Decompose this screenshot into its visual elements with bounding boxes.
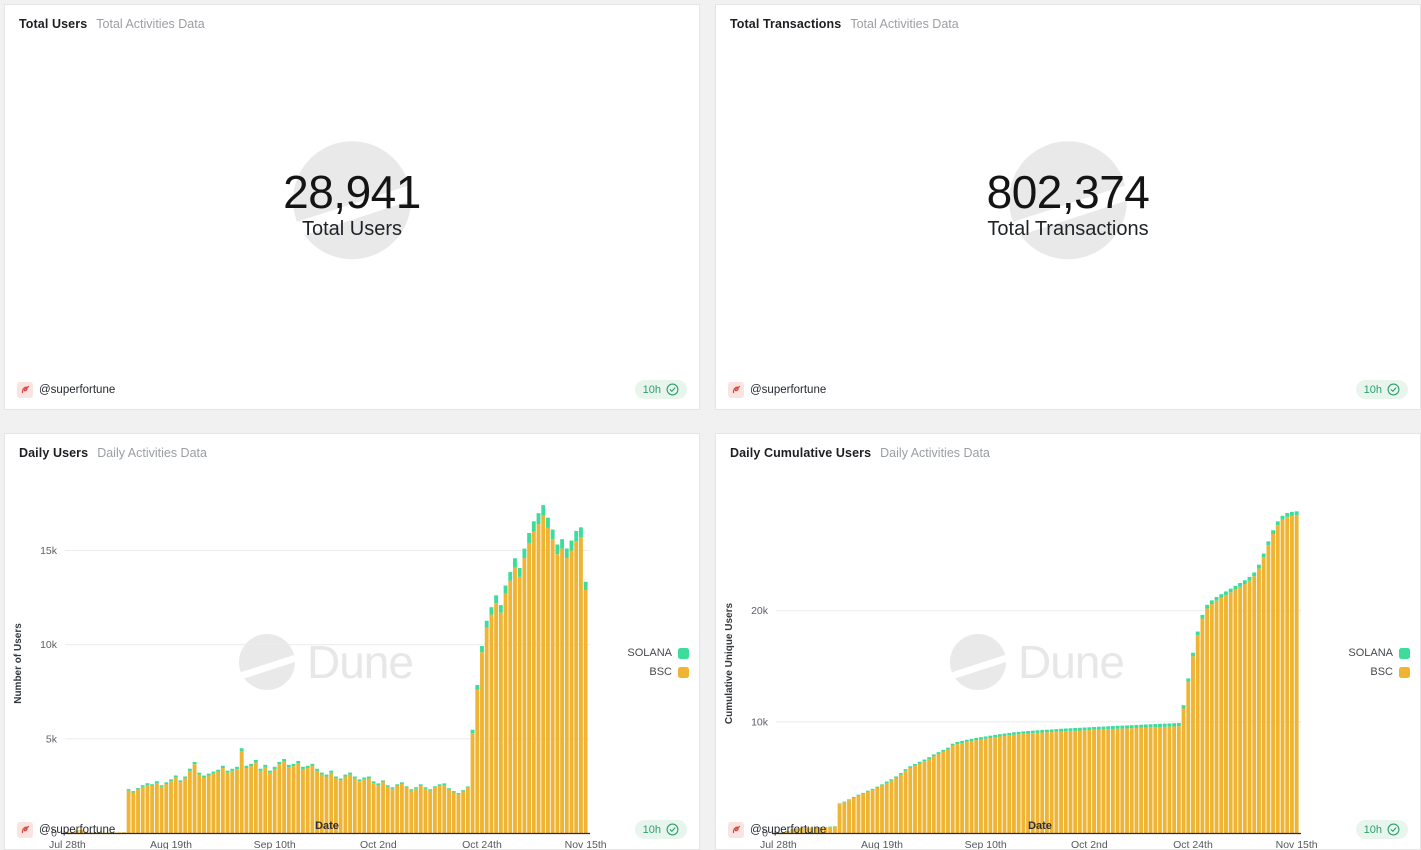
author-handle: @superfortune	[39, 384, 115, 396]
legend-label: BSC	[1370, 666, 1393, 678]
legend-item-bsc[interactable]: BSC	[649, 666, 689, 678]
counter-body: 802,374 Total Transactions	[716, 37, 1420, 372]
legend-label: BSC	[649, 666, 672, 678]
refresh-age-badge[interactable]: 10h	[1356, 380, 1408, 399]
panel-footer: @superfortune 10h	[5, 812, 699, 849]
panel-title: Daily Cumulative Users	[730, 446, 871, 460]
author-link[interactable]: @superfortune	[728, 822, 826, 838]
legend-label: SOLANA	[627, 647, 672, 659]
daily-cumulative-users-chart: 010k20kJul 28thAug 19thSep 10thOct 2ndOc…	[716, 466, 1416, 850]
panel-header: Daily Users Daily Activities Data	[5, 434, 699, 466]
check-circle-icon	[666, 383, 679, 396]
legend-item-solana[interactable]: SOLANA	[1348, 647, 1410, 659]
panel-footer: @superfortune 10h	[716, 812, 1420, 849]
author-avatar-icon	[17, 822, 33, 838]
author-avatar-icon	[728, 382, 744, 398]
legend-swatch-icon	[678, 648, 689, 659]
panel-subtitle: Daily Activities Data	[880, 446, 990, 460]
svg-text:Cumulative Unique Users: Cumulative Unique Users	[724, 602, 735, 724]
legend-swatch-icon	[1399, 667, 1410, 678]
panel-subtitle: Total Activities Data	[96, 17, 204, 31]
refresh-age-text: 10h	[643, 384, 661, 396]
svg-text:10k: 10k	[40, 639, 58, 651]
dashboard-grid: Total Users Total Activities Data 28,941…	[0, 0, 1421, 850]
refresh-age-badge[interactable]: 10h	[635, 380, 687, 399]
panel-footer: @superfortune 10h	[716, 372, 1420, 409]
check-circle-icon	[1387, 823, 1400, 836]
panel-title: Total Users	[19, 17, 87, 31]
author-handle: @superfortune	[39, 824, 115, 836]
author-handle: @superfortune	[750, 384, 826, 396]
refresh-age-badge[interactable]: 10h	[1356, 820, 1408, 839]
author-avatar-icon	[17, 382, 33, 398]
author-avatar-icon	[728, 822, 744, 838]
panel-title: Daily Users	[19, 446, 88, 460]
total-transactions-value: 802,374	[987, 168, 1150, 216]
check-circle-icon	[1387, 383, 1400, 396]
refresh-age-text: 10h	[1364, 384, 1382, 396]
refresh-age-text: 10h	[1364, 824, 1382, 836]
svg-text:10k: 10k	[751, 716, 769, 728]
svg-text:15k: 15k	[40, 545, 58, 557]
panel-daily-users: Daily Users Daily Activities Data Dune 0…	[4, 433, 700, 850]
legend-swatch-icon	[678, 667, 689, 678]
chart-legend: SOLANA BSC	[627, 647, 689, 678]
panel-header: Total Users Total Activities Data	[5, 5, 699, 37]
panel-header: Total Transactions Total Activities Data	[716, 5, 1420, 37]
refresh-age-badge[interactable]: 10h	[635, 820, 687, 839]
author-link[interactable]: @superfortune	[728, 382, 826, 398]
panel-daily-cumulative-users: Daily Cumulative Users Daily Activities …	[715, 433, 1421, 850]
chart-body: Dune 05k10k15kJul 28thAug 19thSep 10thOc…	[5, 466, 699, 812]
panel-header: Daily Cumulative Users Daily Activities …	[716, 434, 1420, 466]
svg-text:Number of Users: Number of Users	[13, 623, 24, 704]
legend-item-bsc[interactable]: BSC	[1370, 666, 1410, 678]
chart-legend: SOLANA BSC	[1348, 647, 1410, 678]
panel-subtitle: Total Activities Data	[850, 17, 958, 31]
author-link[interactable]: @superfortune	[17, 822, 115, 838]
counter: 802,374 Total Transactions	[987, 168, 1150, 241]
panel-footer: @superfortune 10h	[5, 372, 699, 409]
total-users-label: Total Users	[283, 218, 421, 241]
svg-text:5k: 5k	[46, 733, 58, 745]
legend-label: SOLANA	[1348, 647, 1393, 659]
chart-body: Dune 010k20kJul 28thAug 19thSep 10thOct …	[716, 466, 1420, 812]
total-users-value: 28,941	[283, 168, 421, 216]
total-transactions-label: Total Transactions	[987, 218, 1150, 241]
check-circle-icon	[666, 823, 679, 836]
counter: 28,941 Total Users	[283, 168, 421, 241]
daily-users-chart: 05k10k15kJul 28thAug 19thSep 10thOct 2nd…	[5, 466, 700, 850]
panel-title: Total Transactions	[730, 17, 841, 31]
author-link[interactable]: @superfortune	[17, 382, 115, 398]
refresh-age-text: 10h	[643, 824, 661, 836]
svg-text:20k: 20k	[751, 605, 769, 617]
counter-wrap: 802,374 Total Transactions	[716, 37, 1420, 372]
panel-total-users: Total Users Total Activities Data 28,941…	[4, 4, 700, 410]
panel-total-transactions: Total Transactions Total Activities Data…	[715, 4, 1421, 410]
counter-body: 28,941 Total Users	[5, 37, 699, 372]
legend-item-solana[interactable]: SOLANA	[627, 647, 689, 659]
bsc-bars	[776, 515, 1298, 833]
legend-swatch-icon	[1399, 648, 1410, 659]
author-handle: @superfortune	[750, 824, 826, 836]
counter-wrap: 28,941 Total Users	[5, 37, 699, 372]
panel-subtitle: Daily Activities Data	[97, 446, 207, 460]
